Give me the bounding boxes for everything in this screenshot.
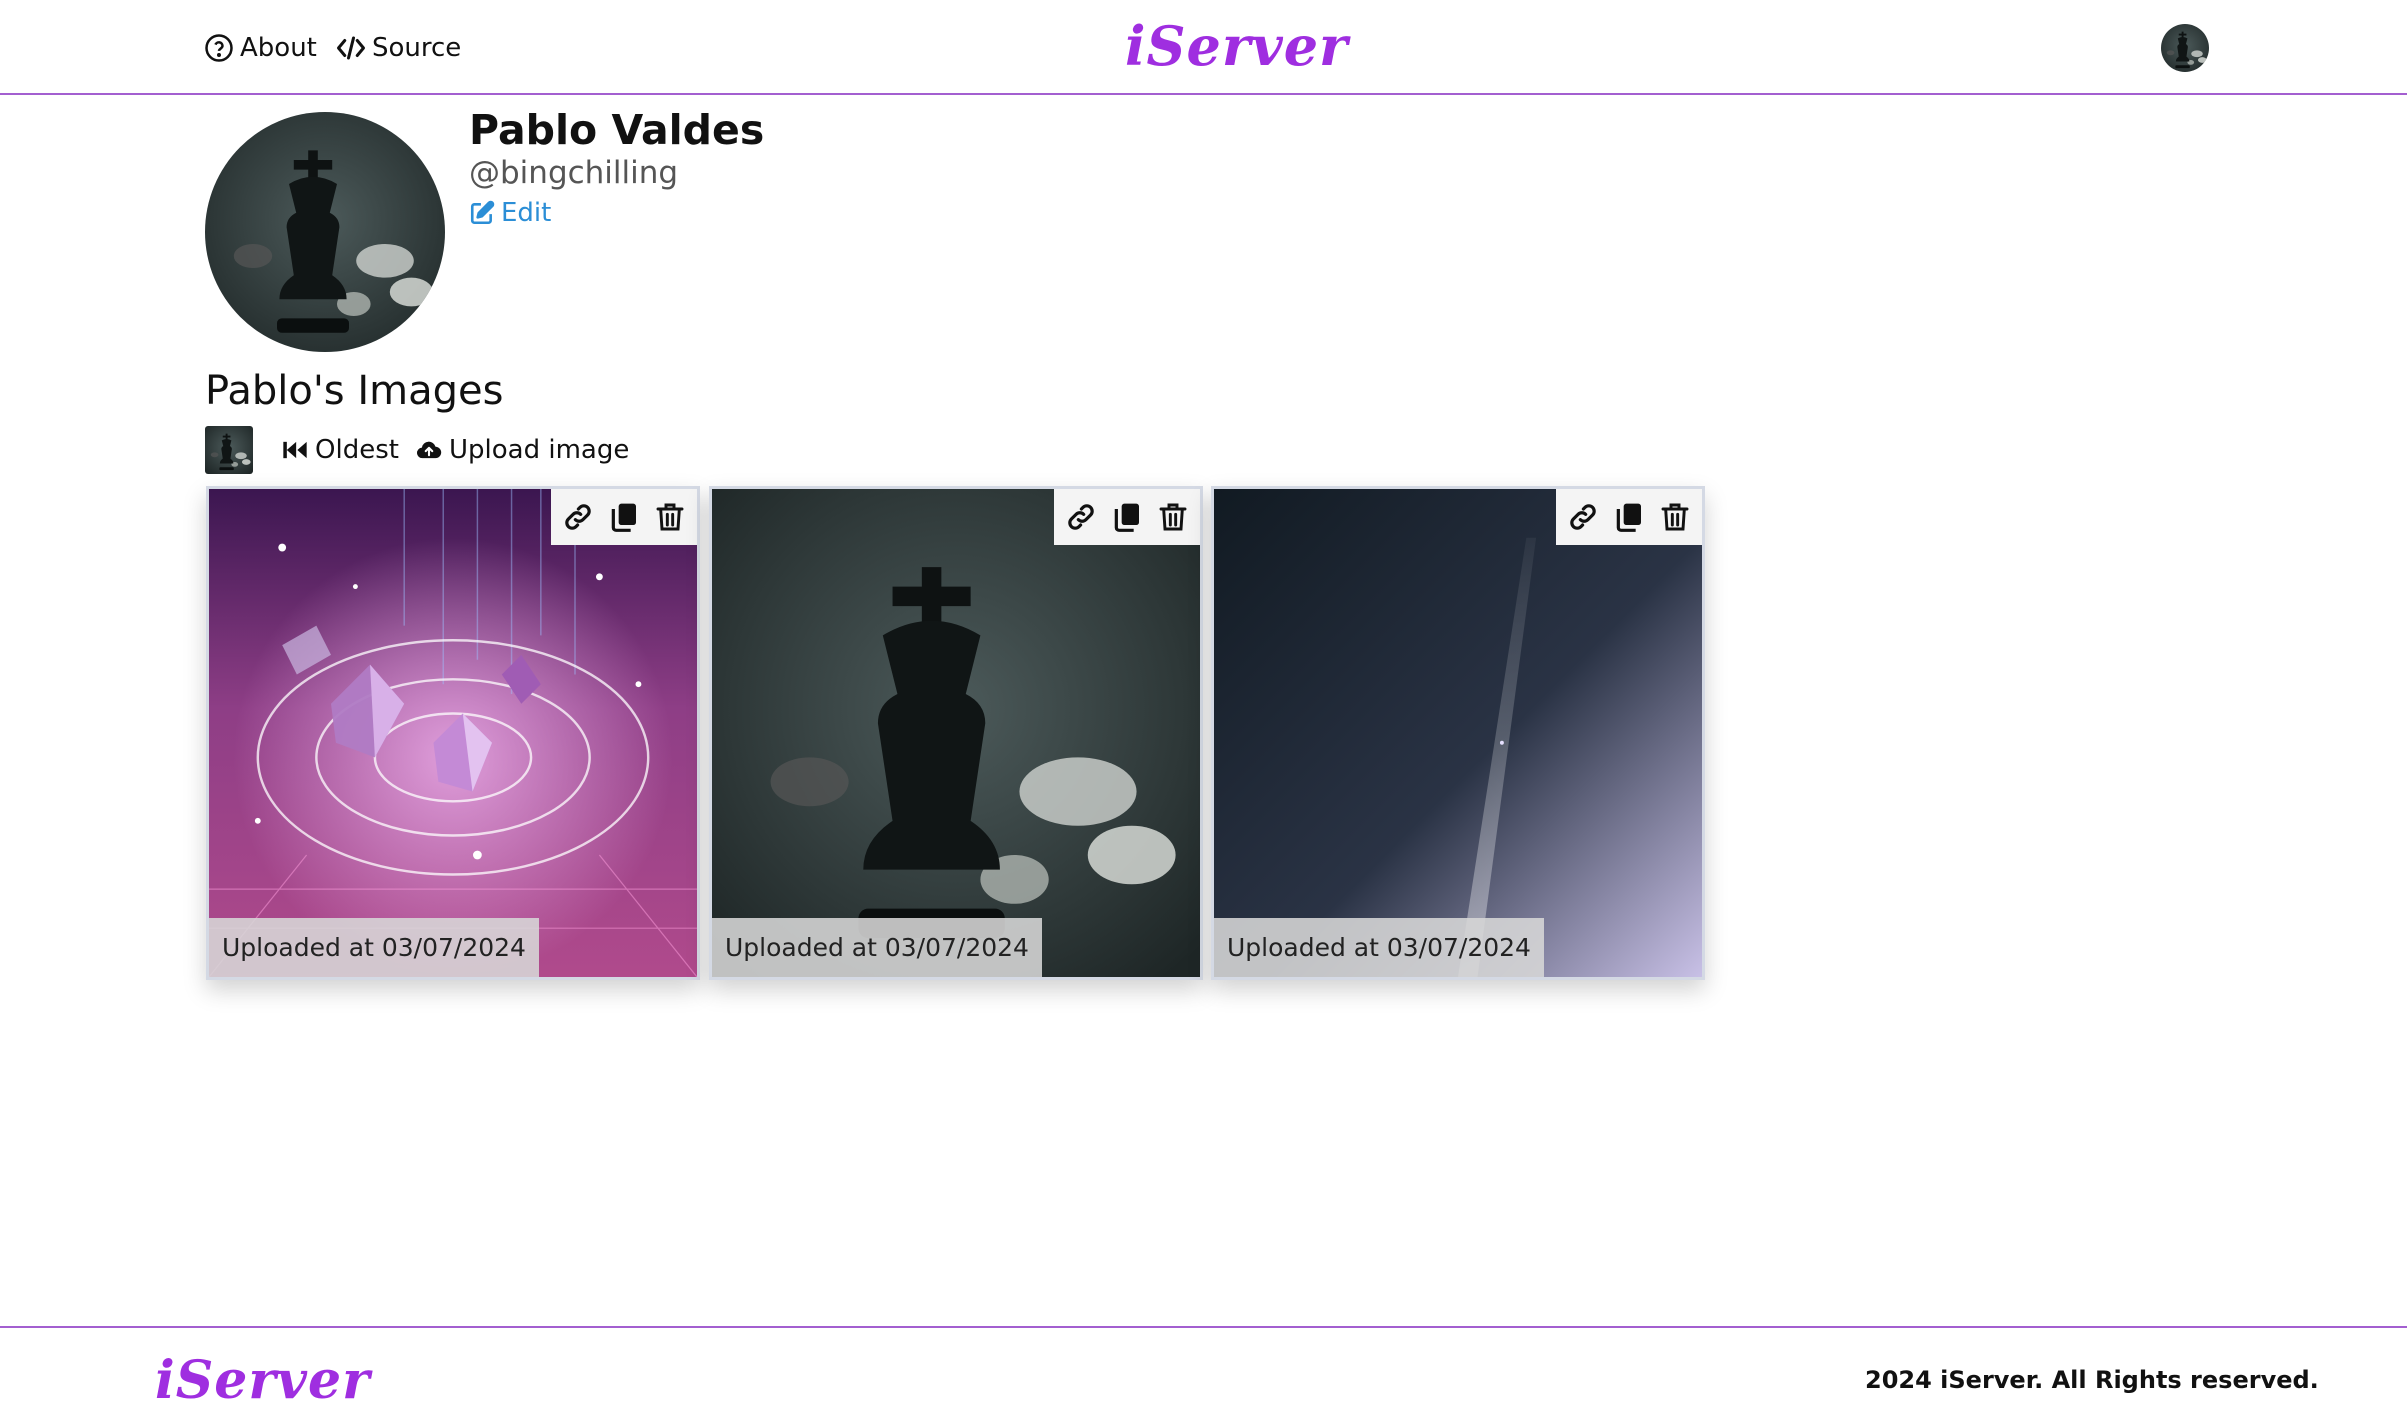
- footer-brand-logo[interactable]: iServer: [155, 1350, 370, 1411]
- image-card[interactable]: Uploaded at 03/07/2024: [1211, 486, 1705, 980]
- edit-profile-link[interactable]: Edit: [469, 196, 551, 230]
- profile-handle: @bingchilling: [469, 155, 679, 191]
- upload-date-caption: Uploaded at 03/07/2024: [209, 918, 539, 977]
- cloud-upload-icon: [416, 441, 442, 459]
- upload-image-label: Upload image: [449, 435, 630, 465]
- user-avatar[interactable]: [2161, 24, 2209, 72]
- copy-icon[interactable]: [1613, 501, 1645, 533]
- nav-about-label: About: [240, 33, 317, 63]
- brand-logo[interactable]: iServer: [1125, 14, 1349, 78]
- copyright-text: 2024 iServer. All Rights reserved.: [1865, 1366, 2319, 1394]
- code-icon: [337, 36, 365, 60]
- upload-date-caption: Uploaded at 03/07/2024: [712, 918, 1042, 977]
- top-nav-bar: About Source iServer: [0, 0, 2407, 95]
- upload-image-button[interactable]: Upload image: [415, 432, 629, 468]
- gallery-thumbnail: [205, 426, 253, 474]
- upload-date-caption: Uploaded at 03/07/2024: [1214, 918, 1544, 977]
- copy-icon[interactable]: [608, 501, 640, 533]
- sort-oldest-button[interactable]: Oldest: [281, 432, 399, 468]
- image-actions: [1054, 489, 1200, 545]
- profile-name: Pablo Valdes: [469, 106, 765, 154]
- nav-source-label: Source: [372, 33, 462, 63]
- profile-avatar: [205, 112, 445, 352]
- gallery-title: Pablo's Images: [205, 368, 504, 414]
- sort-oldest-label: Oldest: [315, 435, 399, 465]
- copy-icon[interactable]: [1111, 501, 1143, 533]
- edit-label: Edit: [501, 198, 552, 228]
- image-card[interactable]: Uploaded at 03/07/2024: [709, 486, 1203, 980]
- image-actions: [1556, 489, 1702, 545]
- link-icon[interactable]: [1065, 501, 1097, 533]
- trash-icon[interactable]: [654, 501, 686, 533]
- image-actions: [551, 489, 697, 545]
- uploaded-image[interactable]: [712, 489, 1200, 977]
- backward-fast-icon: [283, 441, 307, 459]
- nav-about-link[interactable]: About: [204, 30, 317, 66]
- edit-icon: [470, 200, 495, 225]
- uploaded-image[interactable]: [209, 489, 697, 977]
- link-icon[interactable]: [562, 501, 594, 533]
- link-icon[interactable]: [1567, 501, 1599, 533]
- question-circle-icon: [205, 34, 233, 62]
- image-card[interactable]: Uploaded at 03/07/2024: [206, 486, 700, 980]
- uploaded-image[interactable]: [1214, 489, 1702, 977]
- trash-icon[interactable]: [1659, 501, 1691, 533]
- trash-icon[interactable]: [1157, 501, 1189, 533]
- nav-source-link[interactable]: Source: [336, 30, 461, 66]
